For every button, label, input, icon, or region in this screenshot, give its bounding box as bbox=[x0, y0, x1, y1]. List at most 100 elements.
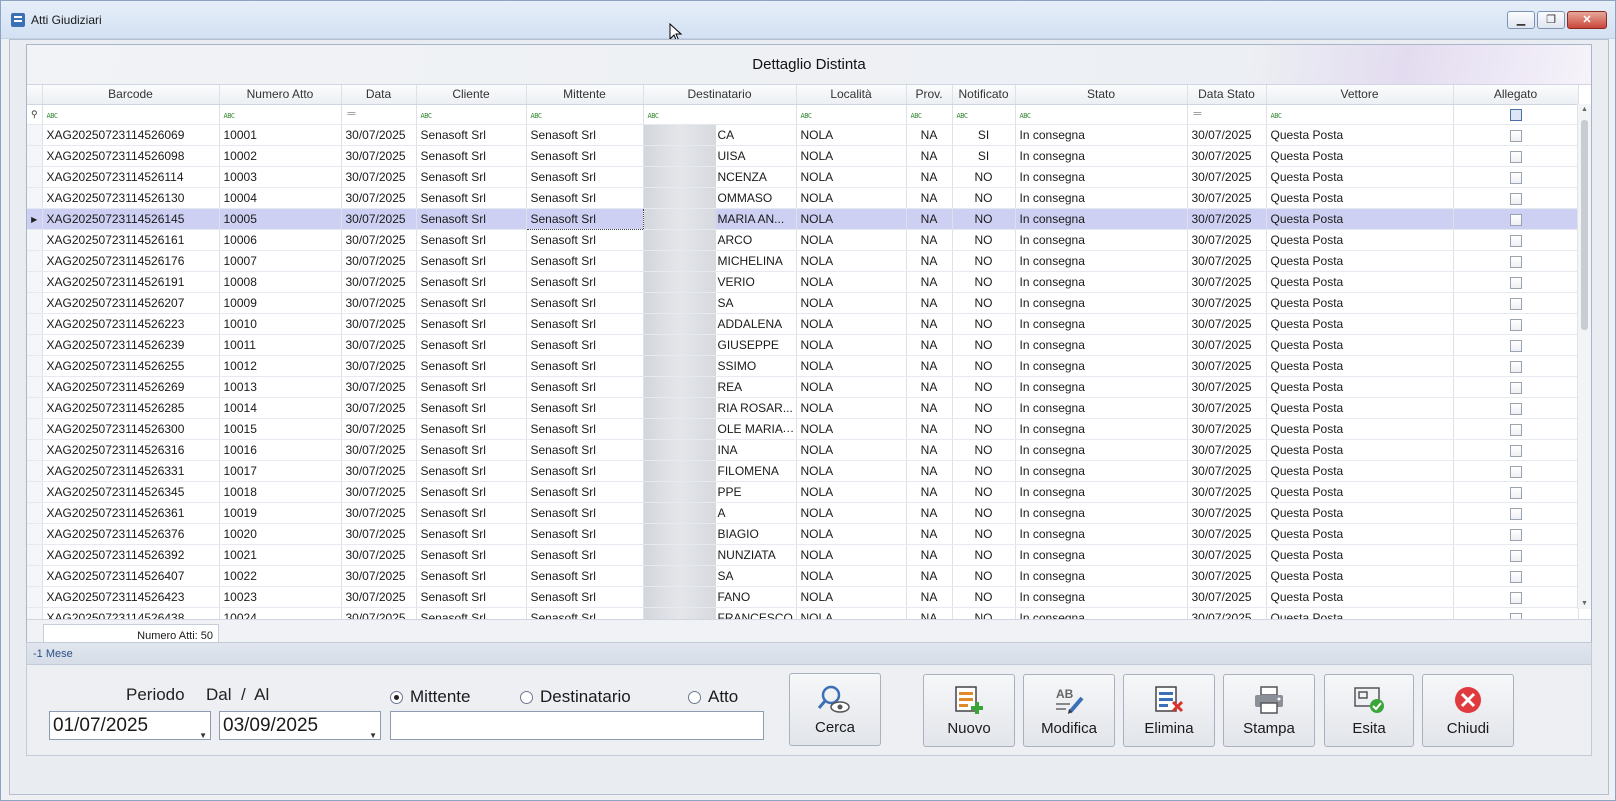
cell-numero-atto[interactable]: 10011 bbox=[219, 334, 342, 356]
allegato-checkbox[interactable] bbox=[1509, 402, 1522, 415]
cell-data[interactable]: 30/07/2025 bbox=[341, 376, 417, 398]
allegato-checkbox[interactable] bbox=[1509, 234, 1522, 247]
allegato-checkbox[interactable] bbox=[1509, 318, 1522, 331]
cell-cliente[interactable]: Senasoft Srl bbox=[416, 586, 527, 608]
close-window-button[interactable]: ✕ bbox=[1567, 11, 1607, 29]
cell-mittente[interactable]: Senasoft Srl bbox=[526, 460, 644, 482]
cell-vettore[interactable]: Questa Posta bbox=[1266, 523, 1454, 545]
allegato-checkbox[interactable] bbox=[1509, 423, 1522, 436]
cell-vettore[interactable]: Questa Posta bbox=[1266, 376, 1454, 398]
table-row[interactable]: XAG20250723114526191 10008 30/07/2025 Senas… bbox=[27, 271, 1579, 293]
cell-mittente[interactable]: Senasoft Srl bbox=[526, 523, 644, 545]
row-indicator[interactable] bbox=[27, 271, 43, 293]
table-row[interactable]: XAG20250723114526223 10010 30/07/2025 Senas… bbox=[27, 313, 1579, 335]
cell-localita[interactable]: NOLA bbox=[796, 481, 907, 503]
cell-data[interactable]: 30/07/2025 bbox=[341, 418, 417, 440]
cell-data[interactable]: 30/07/2025 bbox=[341, 166, 417, 188]
row-indicator[interactable] bbox=[27, 523, 43, 545]
cell-numero-atto[interactable]: 10023 bbox=[219, 586, 342, 608]
cell-stato[interactable]: In consegna bbox=[1015, 523, 1188, 545]
cell-numero-atto[interactable]: 10018 bbox=[219, 481, 342, 503]
radio-atto[interactable]: Atto bbox=[688, 687, 738, 707]
cell-cliente[interactable]: Senasoft Srl bbox=[416, 229, 527, 251]
cell-localita[interactable]: NOLA bbox=[796, 418, 907, 440]
table-row[interactable]: XAG20250723114526376 10020 30/07/2025 Senas… bbox=[27, 523, 1579, 545]
row-indicator[interactable] bbox=[27, 229, 43, 251]
filter-notificato[interactable]: ABC bbox=[952, 104, 1016, 125]
cell-prov[interactable]: NA bbox=[906, 502, 953, 524]
search-input[interactable] bbox=[390, 711, 764, 740]
cell-stato[interactable]: In consegna bbox=[1015, 313, 1188, 335]
col-header-barcode[interactable]: Barcode bbox=[42, 85, 220, 105]
row-indicator[interactable]: ▶ bbox=[27, 208, 43, 230]
cell-stato[interactable]: In consegna bbox=[1015, 208, 1188, 230]
allegato-checkbox[interactable] bbox=[1509, 339, 1522, 352]
cell-barcode[interactable]: XAG20250723114526069 bbox=[42, 124, 220, 146]
cell-prov[interactable]: NA bbox=[906, 292, 953, 314]
cell-stato[interactable]: In consegna bbox=[1015, 355, 1188, 377]
col-header-numero-atto[interactable]: Numero Atto bbox=[219, 85, 342, 105]
checkbox-filter-icon[interactable] bbox=[1509, 109, 1522, 122]
pin-icon[interactable]: ⚲ bbox=[27, 104, 43, 125]
cell-localita[interactable]: NOLA bbox=[796, 523, 907, 545]
cell-mittente[interactable]: Senasoft Srl bbox=[526, 229, 644, 251]
filter-allegato[interactable] bbox=[1453, 104, 1579, 125]
cell-allegato[interactable] bbox=[1453, 502, 1579, 524]
cell-destinatario[interactable]: NCENZA bbox=[643, 166, 797, 188]
cell-cliente[interactable]: Senasoft Srl bbox=[416, 208, 527, 230]
cell-notificato[interactable]: NO bbox=[952, 439, 1016, 461]
cell-vettore[interactable]: Questa Posta bbox=[1266, 502, 1454, 524]
cell-mittente[interactable]: Senasoft Srl bbox=[526, 187, 644, 209]
cell-barcode[interactable]: XAG20250723114526423 bbox=[42, 586, 220, 608]
allegato-checkbox[interactable] bbox=[1509, 171, 1522, 184]
cell-allegato[interactable] bbox=[1453, 544, 1579, 566]
row-indicator[interactable] bbox=[27, 481, 43, 503]
cell-barcode[interactable]: XAG20250723114526191 bbox=[42, 271, 220, 293]
cell-numero-atto[interactable]: 10016 bbox=[219, 439, 342, 461]
cell-destinatario[interactable]: FANO bbox=[643, 586, 797, 608]
allegato-checkbox[interactable] bbox=[1509, 381, 1522, 394]
cell-allegato[interactable] bbox=[1453, 481, 1579, 503]
cell-prov[interactable]: NA bbox=[906, 376, 953, 398]
cell-stato[interactable]: In consegna bbox=[1015, 187, 1188, 209]
cell-prov[interactable]: NA bbox=[906, 355, 953, 377]
cell-notificato[interactable]: NO bbox=[952, 250, 1016, 272]
filter-destinatario[interactable]: ABC bbox=[643, 104, 797, 125]
cell-prov[interactable]: NA bbox=[906, 418, 953, 440]
cell-data-stato[interactable]: 30/07/2025 bbox=[1187, 544, 1267, 566]
scroll-thumb[interactable] bbox=[1581, 120, 1588, 330]
cell-notificato[interactable]: NO bbox=[952, 481, 1016, 503]
cell-barcode[interactable]: XAG20250723114526269 bbox=[42, 376, 220, 398]
cell-cliente[interactable]: Senasoft Srl bbox=[416, 376, 527, 398]
row-indicator[interactable] bbox=[27, 376, 43, 398]
cell-destinatario[interactable]: ADDALENA bbox=[643, 313, 797, 335]
cell-stato[interactable]: In consegna bbox=[1015, 229, 1188, 251]
cell-prov[interactable]: NA bbox=[906, 523, 953, 545]
minimize-button[interactable]: ▁ bbox=[1507, 11, 1535, 29]
cell-localita[interactable]: NOLA bbox=[796, 187, 907, 209]
cell-allegato[interactable] bbox=[1453, 460, 1579, 482]
cell-destinatario[interactable]: MARIA AN... bbox=[643, 208, 797, 230]
table-row[interactable]: XAG20250723114526239 10011 30/07/2025 Senas… bbox=[27, 334, 1579, 356]
cell-localita[interactable]: NOLA bbox=[796, 229, 907, 251]
cell-notificato[interactable]: NO bbox=[952, 418, 1016, 440]
allegato-checkbox[interactable] bbox=[1509, 549, 1522, 562]
col-header-prov[interactable]: Prov. bbox=[906, 85, 953, 105]
table-row[interactable]: XAG20250723114526331 10017 30/07/2025 Senas… bbox=[27, 460, 1579, 482]
cell-data-stato[interactable]: 30/07/2025 bbox=[1187, 355, 1267, 377]
table-row[interactable]: XAG20250723114526423 10023 30/07/2025 Senas… bbox=[27, 586, 1579, 608]
cell-barcode[interactable]: XAG20250723114526145 bbox=[42, 208, 220, 230]
cell-numero-atto[interactable]: 10001 bbox=[219, 124, 342, 146]
cell-prov[interactable]: NA bbox=[906, 439, 953, 461]
cell-barcode[interactable]: XAG20250723114526300 bbox=[42, 418, 220, 440]
cell-prov[interactable]: NA bbox=[906, 166, 953, 188]
cell-numero-atto[interactable]: 10004 bbox=[219, 187, 342, 209]
table-row[interactable]: XAG20250723114526207 10009 30/07/2025 Senas… bbox=[27, 292, 1579, 314]
table-row[interactable]: XAG20250723114526098 10002 30/07/2025 Senas… bbox=[27, 145, 1579, 167]
filter-prov[interactable]: ABC bbox=[906, 104, 953, 125]
col-header-vettore[interactable]: Vettore bbox=[1266, 85, 1454, 105]
cell-stato[interactable]: In consegna bbox=[1015, 250, 1188, 272]
cell-data-stato[interactable]: 30/07/2025 bbox=[1187, 208, 1267, 230]
cell-data-stato[interactable]: 30/07/2025 bbox=[1187, 586, 1267, 608]
cell-vettore[interactable]: Questa Posta bbox=[1266, 124, 1454, 146]
